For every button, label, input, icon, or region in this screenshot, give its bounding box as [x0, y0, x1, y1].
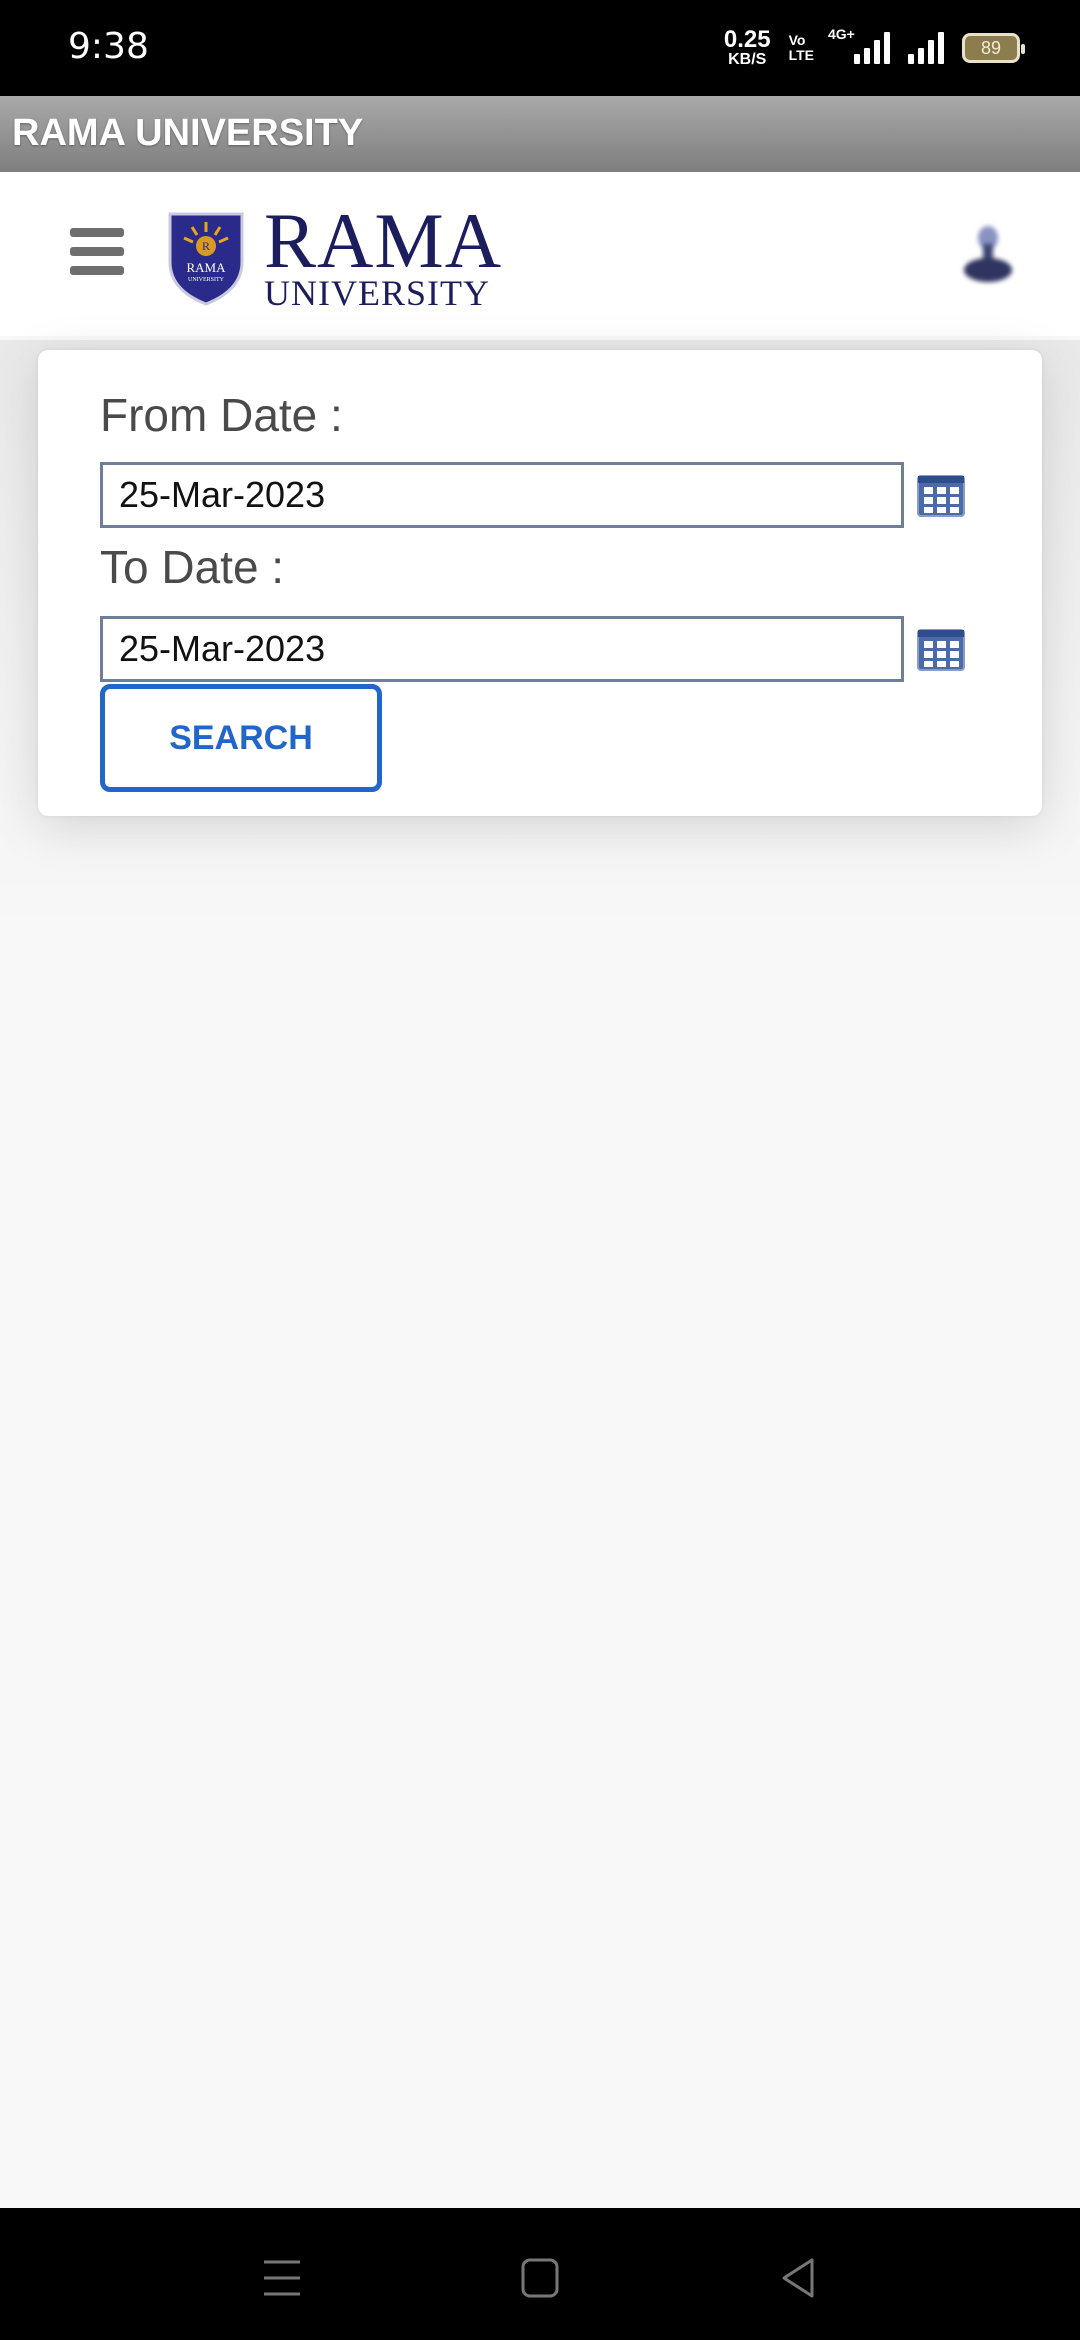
- svg-text:R: R: [202, 239, 210, 253]
- user-avatar-icon[interactable]: [952, 216, 1024, 288]
- crest-text: RAMA: [186, 260, 226, 275]
- crest-subtext: UNIVERSITY: [188, 277, 225, 283]
- signal-bar: [928, 40, 934, 64]
- network-speed: 0.25 KB/S: [724, 28, 771, 68]
- volte-line2: LTE: [788, 47, 814, 63]
- university-logo: R RAMA UNIVERSITY RAMA UNIVERSITY: [166, 197, 503, 313]
- to-date-calendar-icon[interactable]: [916, 628, 966, 672]
- crest-icon: R RAMA UNIVERSITY: [168, 212, 244, 306]
- app-title-bar: RAMA UNIVERSITY: [0, 96, 1080, 172]
- signal-bar: [938, 32, 944, 64]
- status-time: 9:38: [68, 26, 149, 67]
- search-button[interactable]: SEARCH: [100, 684, 382, 792]
- logo-text: RAMA UNIVERSITY: [264, 197, 503, 313]
- hamburger-menu-icon[interactable]: [70, 228, 124, 276]
- battery-level: 89: [980, 37, 1002, 58]
- to-date-input[interactable]: [100, 616, 904, 682]
- network-type: 4G+: [828, 26, 855, 42]
- logo-line2: UNIVERSITY: [264, 273, 490, 313]
- volte-icon: Vo LTE: [789, 33, 814, 62]
- status-icons: 0.25 KB/S Vo LTE 4G+ 89: [724, 26, 1025, 70]
- status-bar: 9:38 0.25 KB/S Vo LTE 4G+ 89: [0, 0, 1080, 96]
- from-date-label: From Date :: [100, 389, 343, 441]
- signal-sim2-icon: [908, 32, 944, 64]
- logo-line1: RAMA: [264, 197, 503, 284]
- from-date-calendar-icon[interactable]: [916, 474, 966, 518]
- signal-bar: [854, 54, 860, 64]
- back-icon[interactable]: [768, 2248, 828, 2308]
- signal-bar: [884, 32, 890, 64]
- app-title: RAMA UNIVERSITY: [12, 112, 364, 154]
- date-filter-card: From Date : To Date : SEARCH: [38, 350, 1042, 816]
- signal-bar: [874, 40, 880, 64]
- signal-sim1-icon: 4G+: [828, 26, 890, 64]
- system-nav-bar: [0, 2208, 1080, 2340]
- network-speed-value: 0.25: [723, 26, 771, 53]
- signal-bar: [864, 48, 870, 64]
- signal-bar: [908, 54, 914, 64]
- network-speed-unit: KB/S: [728, 51, 767, 68]
- to-date-label: To Date :: [100, 541, 285, 593]
- header: R RAMA UNIVERSITY RAMA UNIVERSITY: [0, 172, 1080, 336]
- recents-icon[interactable]: [252, 2248, 312, 2308]
- home-icon[interactable]: [510, 2248, 570, 2308]
- from-date-input[interactable]: [100, 462, 904, 528]
- signal-bar: [918, 48, 924, 64]
- battery-icon: 89: [962, 33, 1025, 63]
- volte-line1: Vo: [788, 32, 806, 49]
